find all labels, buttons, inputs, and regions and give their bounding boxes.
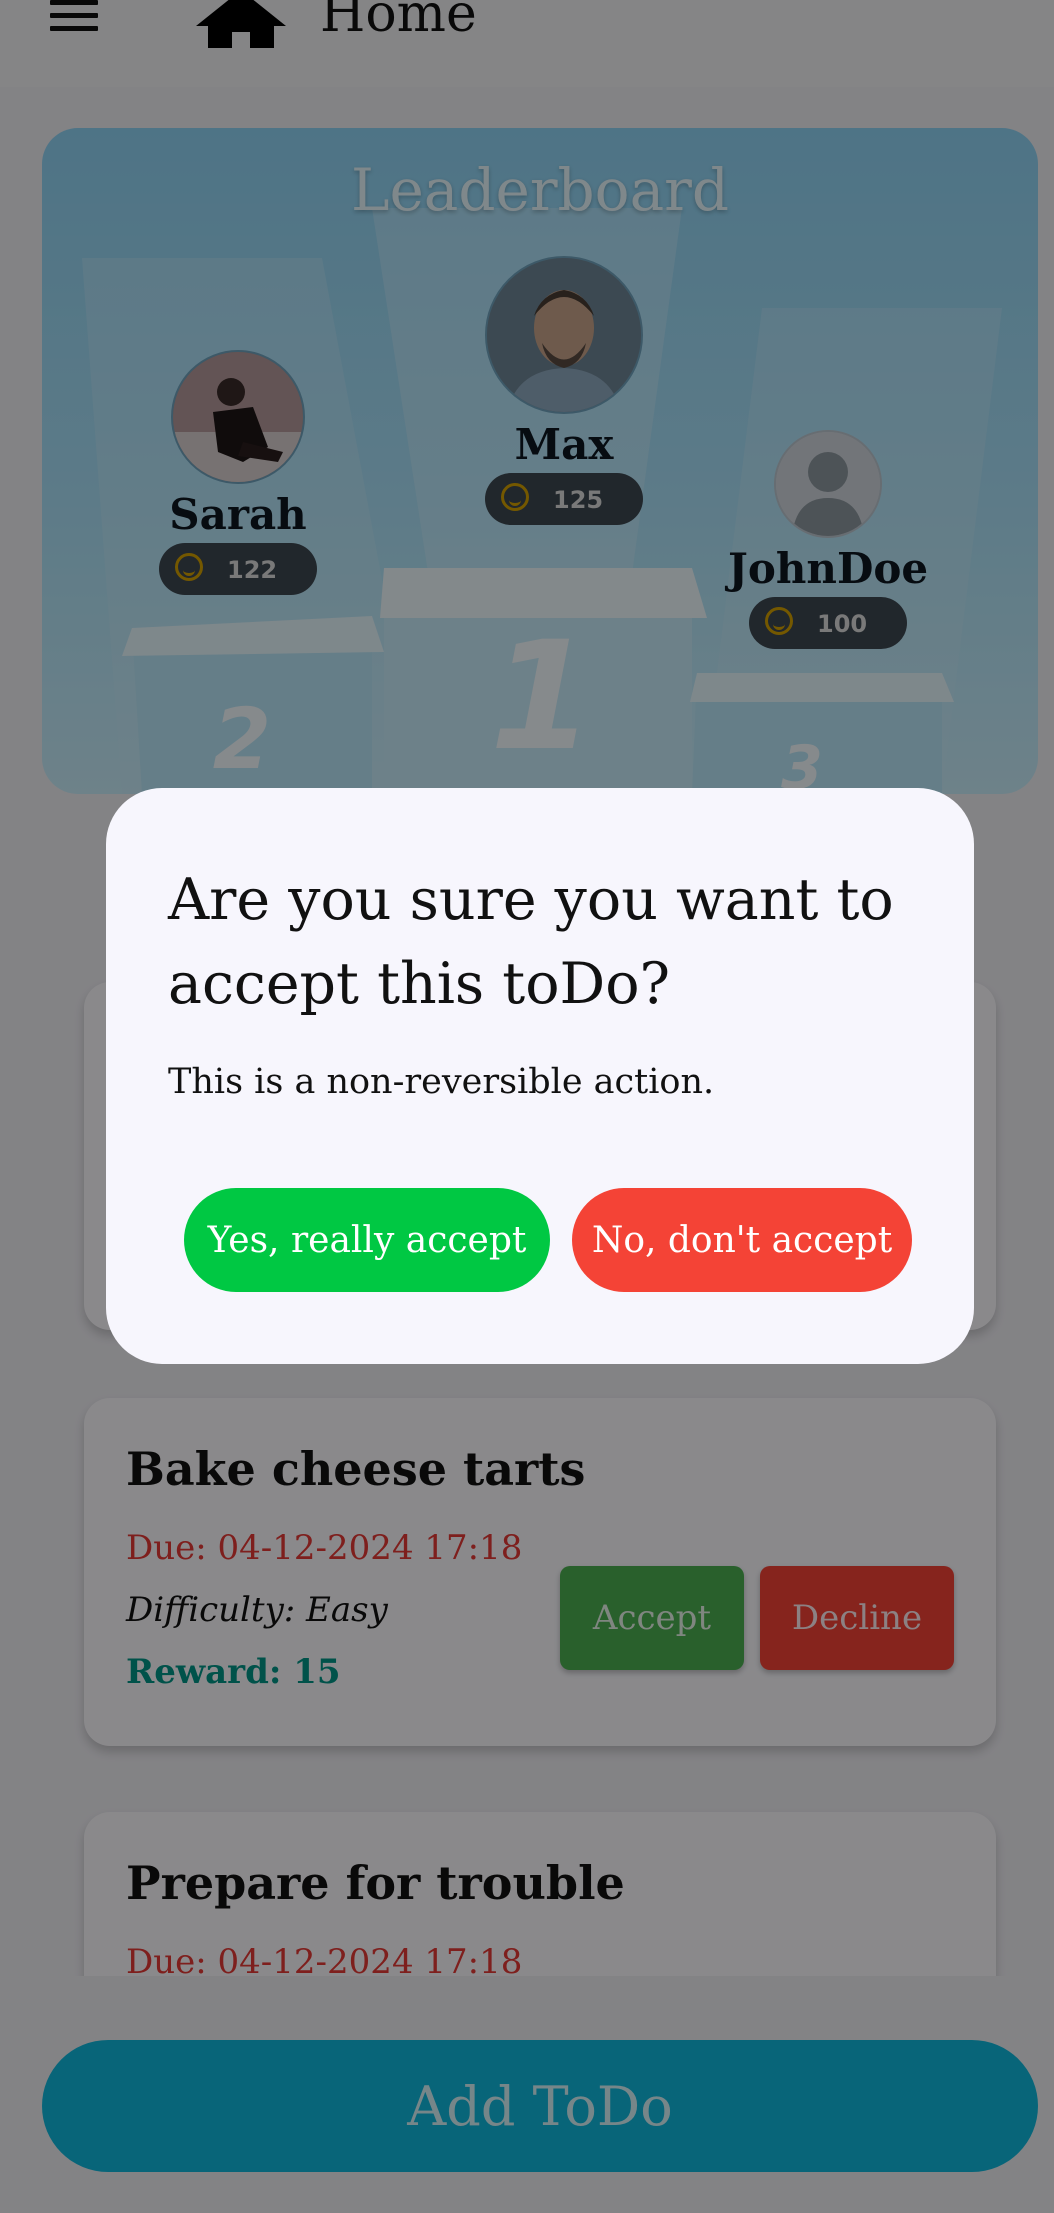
dialog-title: Are you sure you want to accept this toD… [168, 867, 894, 1017]
cancel-accept-button[interactable]: No, don't accept [572, 1188, 912, 1292]
confirm-accept-button[interactable]: Yes, really accept [184, 1188, 550, 1292]
dialog-message: This is a non-reversible action. [168, 1062, 715, 1102]
confirm-dialog: Are you sure you want to accept this toD… [106, 788, 974, 1364]
